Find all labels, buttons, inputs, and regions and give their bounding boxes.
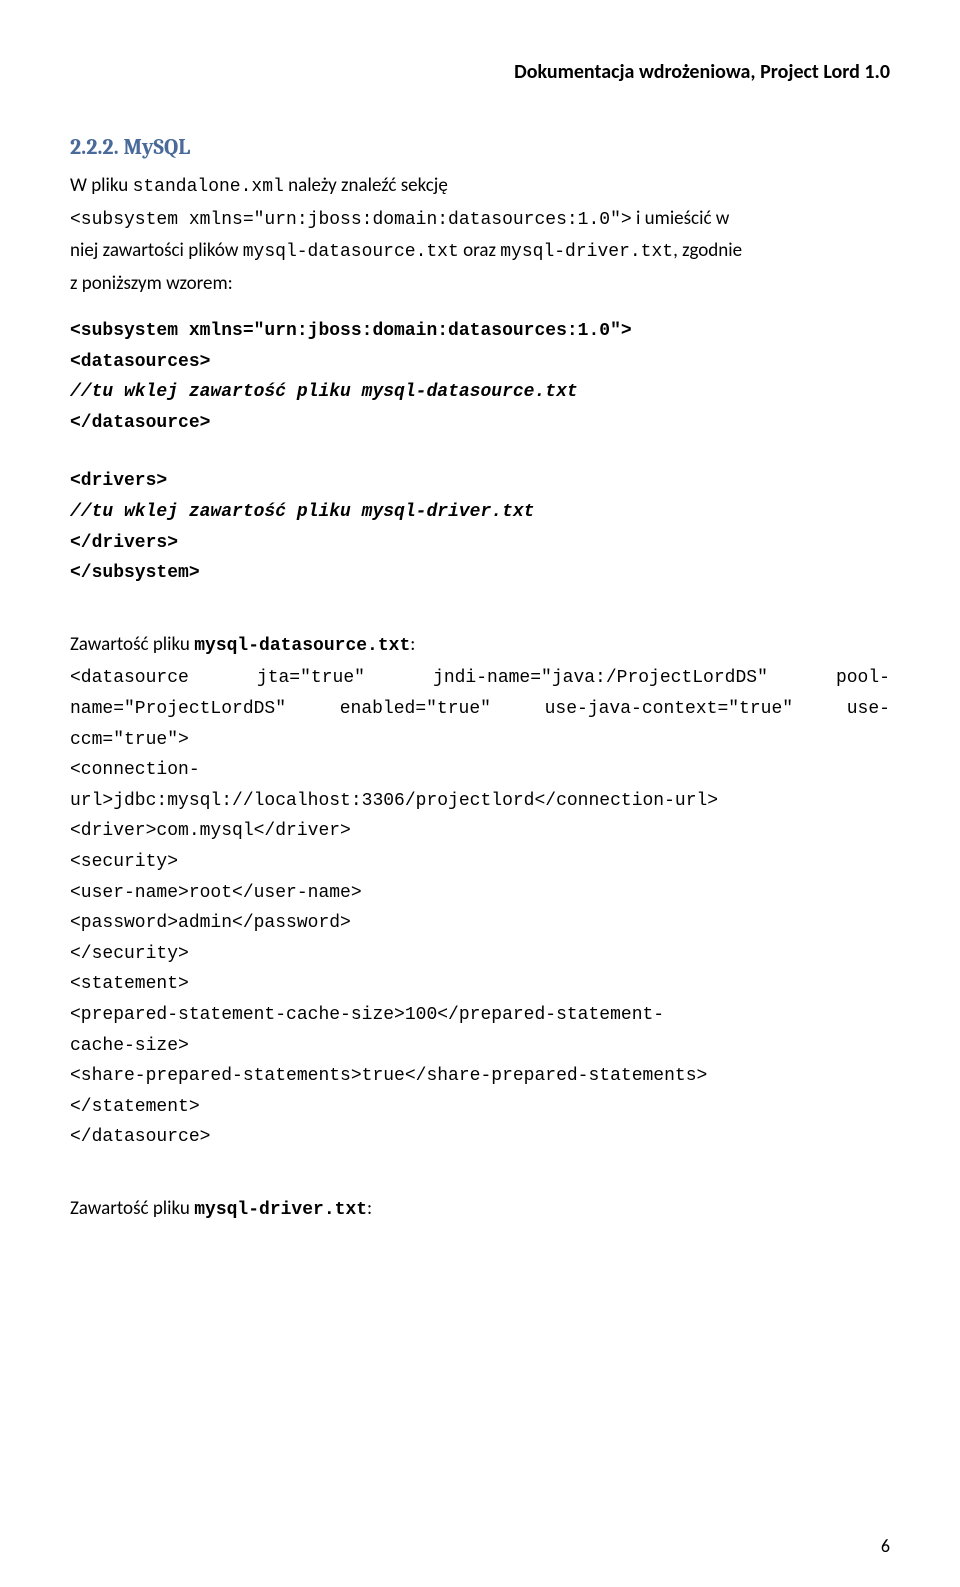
code-line: <share-prepared-statements>true</share-p… — [70, 1061, 890, 1092]
code-line: <password>admin</password> — [70, 908, 890, 939]
filename: mysql-driver.txt — [500, 242, 673, 262]
code-line: <driver>com.mysql</driver> — [70, 816, 890, 847]
document-page: Dokumentacja wdrożeniowa, Project Lord 1… — [0, 0, 960, 1587]
template-code-block: <subsystem xmlns="urn:jboss:domain:datas… — [70, 302, 890, 589]
code-line: <datasources> — [70, 347, 890, 378]
text: : — [367, 1197, 372, 1220]
filename-italic: mysql-datasource.txt — [362, 382, 578, 402]
code-line: //tu wklej zawartość pliku mysql-datasou… — [70, 377, 890, 408]
text: Zawartość pliku — [70, 633, 194, 656]
code-line: name="ProjectLordDS" enabled="true" use-… — [70, 694, 890, 725]
code-line: </datasource> — [70, 408, 890, 439]
datasource-code-block: <datasource jta="true" jndi-name="java:/… — [70, 663, 890, 1153]
code-line: <security> — [70, 847, 890, 878]
driver-label: Zawartość pliku mysql-driver.txt: — [70, 1193, 890, 1226]
comment: //tu wklej zawartość pliku — [70, 502, 362, 522]
page-header: Dokumentacja wdrożeniowa, Project Lord 1… — [70, 60, 890, 84]
code-line: url>jdbc:mysql://localhost:3306/projectl… — [70, 786, 890, 817]
section-name: MySQL — [124, 134, 191, 160]
code-line: <subsystem xmlns="urn:jboss:domain:datas… — [70, 316, 890, 347]
code-line: cache-size> — [70, 1031, 890, 1062]
text: należy znaleźć sekcję — [284, 174, 448, 197]
filename-italic: mysql-driver.txt — [362, 502, 535, 522]
text: z poniższym wzorem: — [70, 272, 233, 295]
code-line: </drivers> — [70, 528, 890, 559]
code-line: <statement> — [70, 969, 890, 1000]
code-line: </subsystem> — [70, 558, 890, 589]
code-line: <prepared-statement-cache-size>100</prep… — [70, 1000, 890, 1031]
filename: mysql-datasource.txt — [243, 242, 459, 262]
page-number: 6 — [881, 1535, 890, 1557]
code-line: </security> — [70, 939, 890, 970]
text: i umieścić w — [632, 207, 730, 230]
filename-bold: mysql-datasource.txt — [194, 636, 410, 656]
text: Zawartość pliku — [70, 1197, 194, 1220]
code-line: </statement> — [70, 1092, 890, 1123]
code-line: <connection- — [70, 755, 890, 786]
code-line: <user-name>root</user-name> — [70, 878, 890, 909]
code-line: ccm="true"> — [70, 725, 890, 756]
text: niej zawartości plików — [70, 239, 243, 262]
section-heading: 2.2.2. MySQL — [70, 134, 890, 160]
code-line: //tu wklej zawartość pliku mysql-driver.… — [70, 497, 890, 528]
code-line: <datasource jta="true" jndi-name="java:/… — [70, 663, 890, 694]
text: oraz — [459, 239, 500, 262]
code-line: <drivers> — [70, 466, 890, 497]
filename: standalone.xml — [133, 177, 284, 197]
code-inline: <subsystem xmlns="urn:jboss:domain:datas… — [70, 210, 632, 230]
datasource-label: Zawartość pliku mysql-datasource.txt: — [70, 629, 890, 662]
text: : — [410, 633, 415, 656]
comment: //tu wklej zawartość pliku — [70, 382, 362, 402]
text: W pliku — [70, 174, 133, 197]
filename-bold: mysql-driver.txt — [194, 1200, 367, 1220]
text: , zgodnie — [673, 239, 742, 262]
code-line: </datasource> — [70, 1122, 890, 1153]
intro-paragraph: W pliku standalone.xml należy znaleźć se… — [70, 170, 890, 300]
section-number: 2.2.2. — [70, 134, 119, 160]
